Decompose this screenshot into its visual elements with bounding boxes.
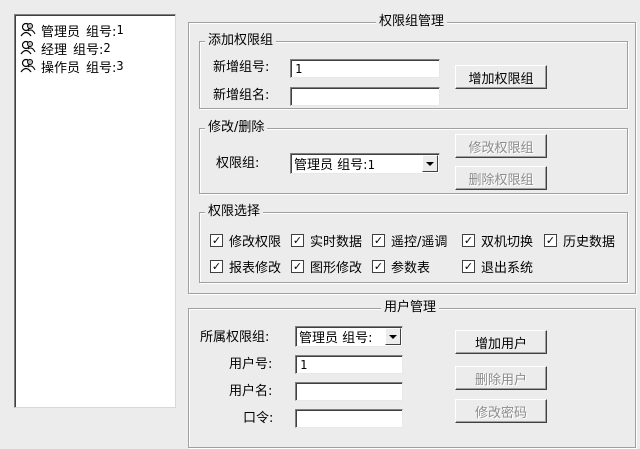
group-tree[interactable]: 管理员 组号: 1 经理 组号: 2 操作员 组号: 3 — [14, 14, 176, 408]
chevron-down-icon[interactable] — [385, 328, 401, 345]
perm-checkbox-history-data[interactable]: 历史数据 — [544, 232, 615, 250]
tree-item-group-label: 组号: — [86, 24, 117, 40]
edit-group-label: 权限组: — [216, 156, 260, 171]
tree-item-group-no: 2 — [103, 41, 111, 55]
tree-item-admin[interactable]: 管理员 组号: 1 — [19, 21, 124, 40]
user-group-icon — [20, 40, 36, 55]
perm-checkbox-remote-control[interactable]: 遥控/遥调 — [372, 232, 447, 250]
modify-group-button[interactable]: 修改权限组 — [455, 134, 547, 158]
new-group-name-input[interactable] — [290, 87, 440, 106]
perm-checkbox-report-edit[interactable]: 报表修改 — [210, 258, 281, 276]
password-input[interactable] — [295, 409, 403, 428]
add-user-button[interactable]: 增加用户 — [455, 330, 547, 354]
checkbox-checked-icon[interactable] — [462, 233, 475, 247]
user-group-icon — [20, 58, 36, 73]
user-name-label: 用户名: — [229, 384, 273, 399]
change-password-button[interactable]: 修改密码 — [455, 399, 547, 423]
user-id-label: 用户号: — [229, 357, 273, 372]
tree-item-group-label: 组号: — [73, 42, 104, 58]
tree-item-manager[interactable]: 经理 组号: 2 — [19, 39, 111, 58]
delete-user-button[interactable]: 删除用户 — [455, 366, 547, 390]
user-mgmt-title: 用户管理 — [381, 301, 440, 315]
tree-item-group-label: 组号: — [86, 60, 117, 76]
add-group-button[interactable]: 增加权限组 — [455, 65, 547, 89]
edit-group-select[interactable]: 管理员 组号:1 — [290, 153, 440, 174]
new-group-name-label: 新增组名: — [213, 88, 270, 103]
checkbox-checked-icon[interactable] — [462, 259, 475, 273]
checkbox-checked-icon[interactable] — [291, 233, 304, 247]
checkbox-checked-icon[interactable] — [291, 259, 304, 273]
checkbox-checked-icon[interactable] — [372, 233, 385, 247]
tree-item-name: 经理 — [41, 42, 68, 58]
new-group-id-label: 新增组号: — [213, 60, 270, 75]
user-group-select-value: 管理员 组号: — [299, 331, 373, 346]
checkbox-checked-icon[interactable] — [544, 233, 557, 247]
user-id-input[interactable]: 1 — [295, 355, 403, 374]
user-group-label: 所属权限组: — [200, 330, 270, 345]
user-mgmt-frame — [188, 308, 636, 448]
tree-item-name: 操作员 — [41, 60, 81, 76]
perm-mgmt-title: 权限组管理 — [376, 15, 448, 29]
chevron-down-icon[interactable] — [422, 155, 438, 172]
edit-group-select-value: 管理员 组号:1 — [294, 158, 375, 173]
checkbox-checked-icon[interactable] — [210, 233, 223, 247]
tree-item-group-no: 1 — [116, 23, 124, 37]
perm-checkbox-modify-perm[interactable]: 修改权限 — [210, 232, 281, 250]
add-group-title: 添加权限组 — [205, 34, 277, 48]
new-group-id-input[interactable]: 1 — [290, 59, 440, 78]
perm-select-title: 权限选择 — [205, 205, 264, 219]
edit-group-title: 修改/删除 — [205, 121, 268, 135]
checkbox-checked-icon[interactable] — [372, 259, 385, 273]
user-group-icon — [20, 22, 36, 37]
delete-group-button[interactable]: 删除权限组 — [455, 166, 547, 190]
tree-item-operator[interactable]: 操作员 组号: 3 — [19, 57, 124, 76]
user-name-input[interactable] — [295, 382, 403, 401]
perm-checkbox-param-table[interactable]: 参数表 — [372, 258, 430, 276]
tree-item-group-no: 3 — [116, 59, 124, 73]
user-group-select[interactable]: 管理员 组号: — [295, 326, 403, 347]
password-label: 口令: — [243, 411, 274, 426]
perm-checkbox-exit-system[interactable]: 退出系统 — [462, 258, 533, 276]
perm-checkbox-dual-switch[interactable]: 双机切换 — [462, 232, 533, 250]
tree-item-name: 管理员 — [41, 24, 81, 40]
perm-checkbox-realtime-data[interactable]: 实时数据 — [291, 232, 362, 250]
perm-checkbox-graphic-edit[interactable]: 图形修改 — [291, 258, 362, 276]
checkbox-checked-icon[interactable] — [210, 259, 223, 273]
